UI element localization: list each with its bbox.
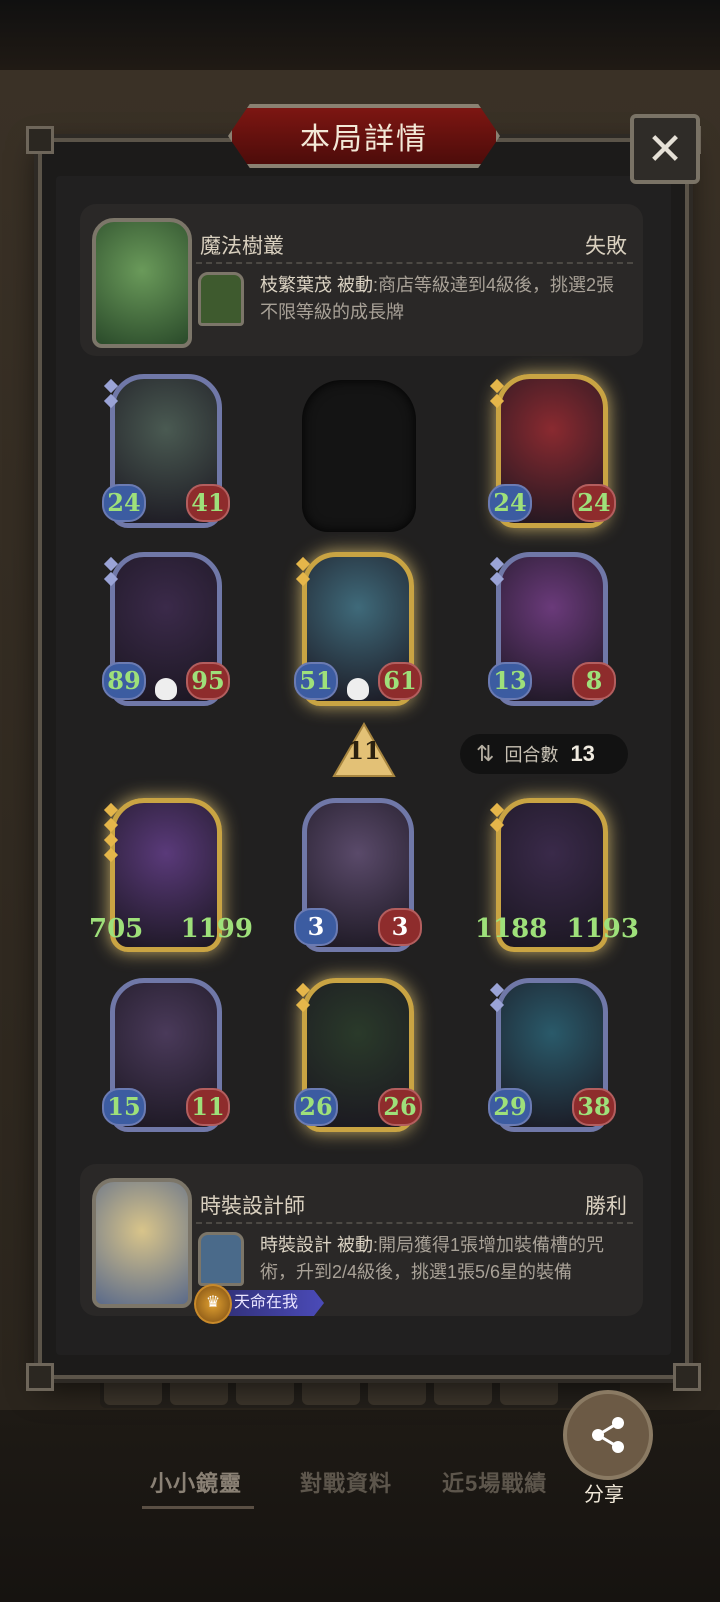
star-rating (103, 378, 119, 411)
player-name: 時裝設計師 (200, 1195, 305, 1218)
empty-unit-slot (302, 380, 416, 532)
opponent-unit-card[interactable]: 51 61 (294, 552, 422, 706)
rounds-badge: ⇅ 回合數 13 (460, 734, 628, 774)
star-rating (489, 378, 505, 411)
star-rating (295, 556, 311, 589)
attack-stat: 13 (488, 662, 532, 700)
player-unit-card[interactable]: 705 1199 (89, 798, 253, 952)
player-skill: 時裝設計 被動:開局獲得1張增加裝備槽的咒術，升到2/4級後，挑選1張5/6星的… (260, 1235, 605, 1282)
opponent-card: 魔法樹叢 失敗 枝繁葉茂 被動:商店等級達到4級後，挑選2張不限等級的成長牌 (80, 204, 643, 356)
page-title: 本局詳情 (300, 123, 428, 156)
tab-underline (142, 1506, 254, 1509)
top-bar (0, 0, 720, 70)
player-unit-card[interactable]: 15 11 (102, 978, 230, 1132)
attack-stat: 24 (102, 484, 146, 522)
health-stat: 95 (186, 662, 230, 700)
attack-stat: 24 (488, 484, 532, 522)
close-button[interactable]: ✕ (630, 114, 700, 184)
share-icon (592, 1417, 624, 1453)
health-stat: 3 (378, 908, 422, 946)
health-stat: 11 (186, 1088, 230, 1126)
tree-skill-icon (198, 272, 244, 326)
health-stat: 24 (572, 484, 616, 522)
health-stat: 1193 (566, 914, 639, 944)
attack-stat: 89 (102, 662, 146, 700)
attack-stat: 26 (294, 1088, 338, 1126)
attack-stat: 3 (294, 908, 338, 946)
health-stat: 61 (378, 662, 422, 700)
opponent-unit-card[interactable]: 13 8 (488, 552, 616, 706)
health-stat: 26 (378, 1088, 422, 1126)
player-result: 勝利 (585, 1195, 627, 1218)
star-rating (489, 556, 505, 589)
opponent-name: 魔法樹叢 (200, 235, 284, 258)
health-stat: 8 (572, 662, 616, 700)
tab-battle-data[interactable]: 對戰資料 (300, 1466, 392, 1498)
health-stat: 41 (186, 484, 230, 522)
bottom-tabs: 小小鏡靈 對戰資料 近5場戰績 (0, 1466, 720, 1506)
turn-number: 11 (347, 736, 381, 765)
player-unit-card[interactable]: 29 38 (488, 978, 616, 1132)
crown-icon: ♛ (194, 1284, 232, 1324)
fashion-skill-icon (198, 1232, 244, 1286)
health-stat: 1199 (180, 914, 253, 944)
opponent-unit-card[interactable]: 24 24 (488, 374, 616, 528)
attack-stat: 15 (102, 1088, 146, 1126)
tab-recent-records[interactable]: 近5場戰績 (442, 1466, 547, 1498)
opponent-unit-card[interactable]: 89 95 (102, 552, 230, 706)
health-stat: 38 (572, 1088, 616, 1126)
cycle-icon: ⇅ (476, 741, 495, 766)
player-unit-card[interactable]: 1188 1193 (475, 798, 639, 952)
opponent-avatar (92, 218, 192, 348)
skull-icon (347, 678, 369, 700)
star-rating (103, 802, 119, 865)
star-rating (489, 802, 505, 835)
opponent-skill: 枝繁葉茂 被動:商店等級達到4級後，挑選2張不限等級的成長牌 (260, 275, 615, 322)
rounds-label: 回合數 (504, 745, 559, 765)
star-rating (295, 982, 311, 1015)
opponent-unit-card[interactable]: 24 41 (102, 374, 230, 528)
turn-marker: 11 (332, 722, 396, 778)
star-rating (489, 982, 505, 1015)
attack-stat: 29 (488, 1088, 532, 1126)
tab-mirror-spirit[interactable]: 小小鏡靈 (150, 1466, 242, 1498)
title-banner: 本局詳情 (228, 104, 500, 168)
player-unit-card[interactable]: 33 (294, 798, 422, 952)
player-card: 時裝設計師 勝利 時裝設計 被動:開局獲得1張增加裝備槽的咒術，升到2/4級後，… (80, 1164, 643, 1324)
skull-icon (155, 678, 177, 700)
close-icon: ✕ (646, 124, 684, 174)
attack-stat: 705 (89, 914, 144, 944)
player-avatar (92, 1178, 192, 1308)
star-rating (103, 556, 119, 589)
attack-stat: 51 (294, 662, 338, 700)
rounds-value: 13 (570, 741, 595, 766)
opponent-result: 失敗 (585, 235, 627, 258)
player-unit-card[interactable]: 26 26 (294, 978, 422, 1132)
attack-stat: 1188 (475, 914, 548, 944)
